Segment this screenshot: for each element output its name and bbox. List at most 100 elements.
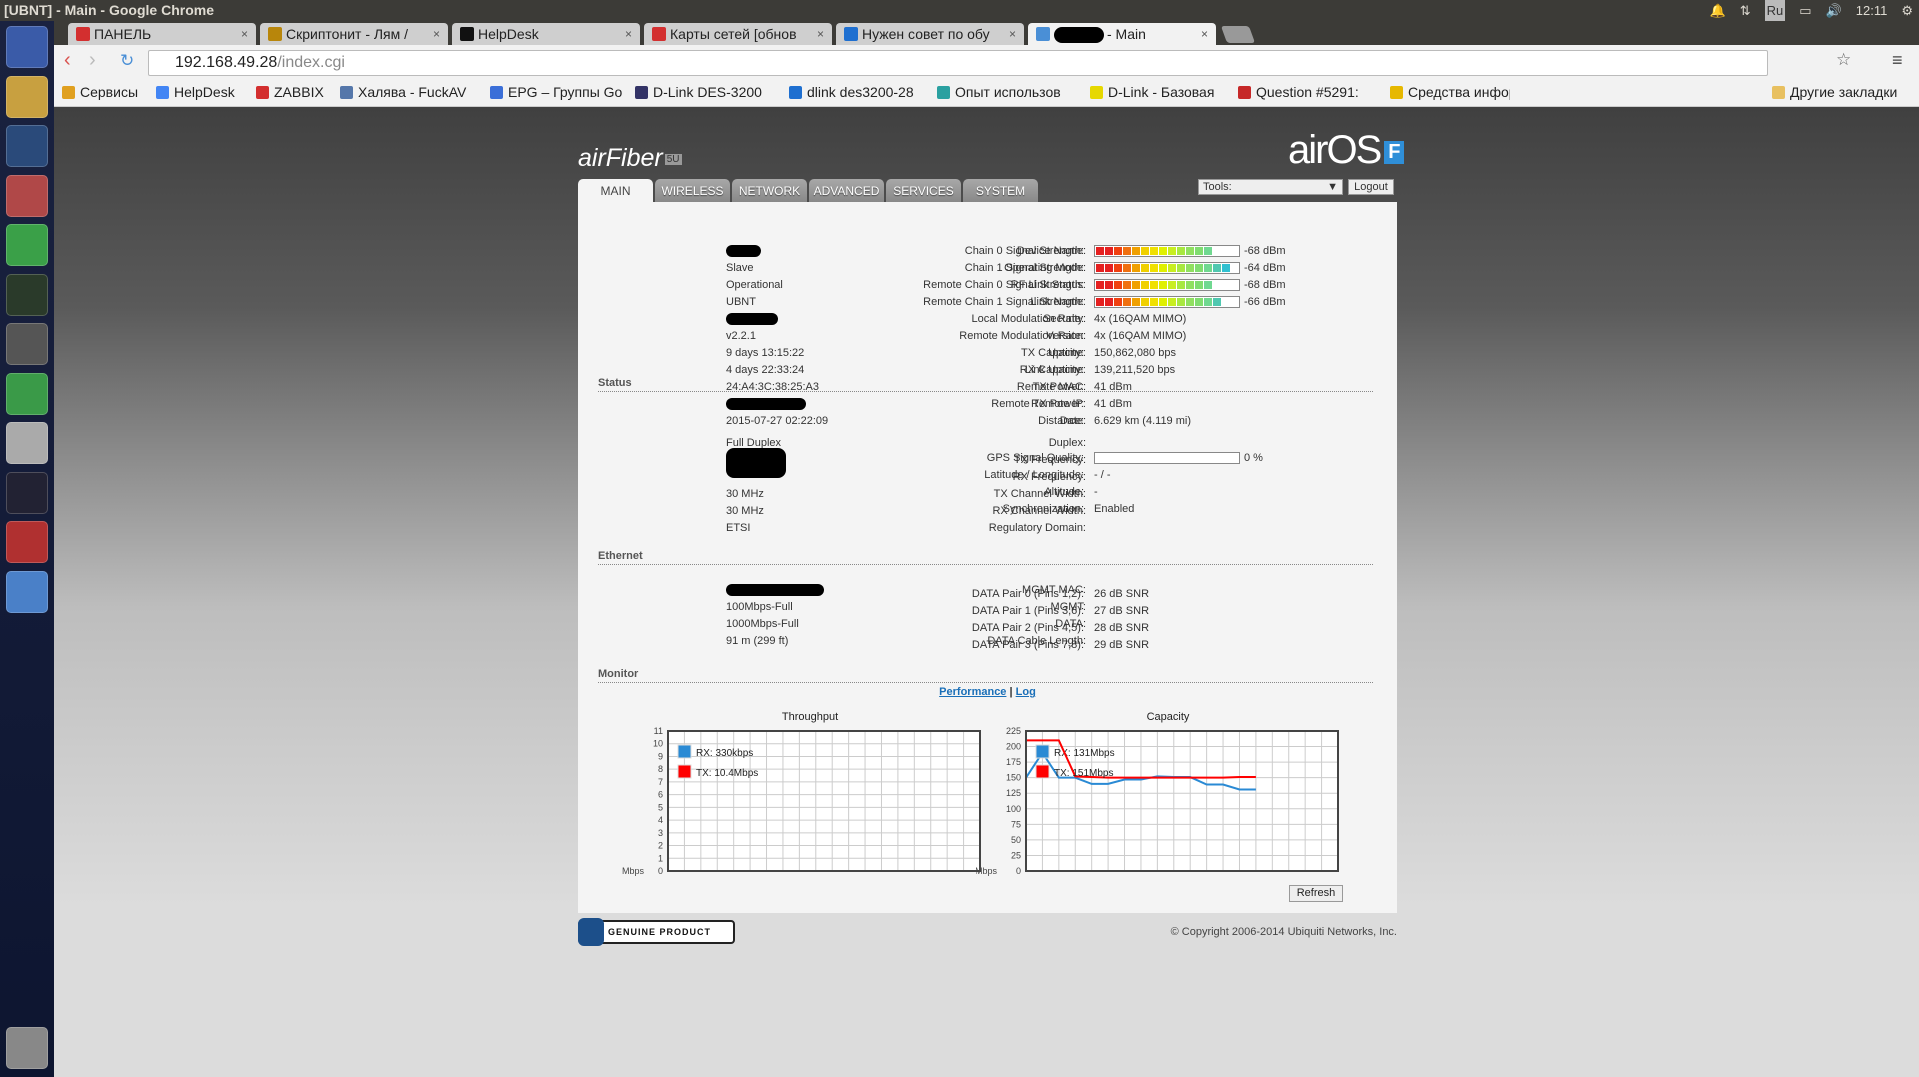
battery-icon[interactable]: ▭ bbox=[1799, 0, 1811, 21]
browser-tab[interactable]: Нужен совет по обу × bbox=[836, 23, 1024, 45]
product-badge: 5U bbox=[664, 153, 682, 165]
tab-system[interactable]: SYSTEM bbox=[963, 179, 1038, 202]
other-bookmarks-label: Другие закладки bbox=[1790, 84, 1898, 100]
launcher-app-icon[interactable] bbox=[6, 521, 48, 563]
tab-label: ПАНЕЛЬ bbox=[94, 26, 152, 42]
launcher-app-icon[interactable] bbox=[6, 75, 48, 118]
address-bar[interactable]: 192.168.49.28/index.cgi bbox=[148, 50, 1768, 76]
keyboard-layout[interactable]: Ru bbox=[1764, 0, 1786, 21]
bookmark-item[interactable]: Средства инфор bbox=[1390, 79, 1510, 105]
signal-segment bbox=[1195, 281, 1203, 289]
y-tick-label: 11 bbox=[654, 727, 663, 736]
launcher-app-icon[interactable] bbox=[6, 372, 48, 415]
ethernet-value: 29 dB SNR bbox=[1094, 639, 1150, 651]
signal-segment bbox=[1150, 298, 1158, 306]
bookmark-item[interactable]: ZABBIX bbox=[256, 79, 336, 105]
back-icon[interactable]: ‹ bbox=[64, 49, 71, 72]
clock[interactable]: 12:11 bbox=[1856, 0, 1888, 21]
performance-link[interactable]: Performance bbox=[939, 686, 1006, 698]
close-tab-icon[interactable]: × bbox=[241, 23, 248, 45]
close-tab-icon[interactable]: × bbox=[433, 23, 440, 45]
signal-segment bbox=[1141, 281, 1149, 289]
y-tick-label: 8 bbox=[658, 764, 663, 774]
signal-segment bbox=[1204, 264, 1212, 272]
network-icon[interactable]: ⇅ bbox=[1740, 0, 1751, 21]
signal-segment bbox=[1114, 298, 1122, 306]
launcher-app-icon[interactable] bbox=[6, 323, 48, 365]
product-name: airFiber bbox=[578, 144, 663, 172]
volume-icon[interactable]: 🔊 bbox=[1826, 0, 1842, 21]
tab-network[interactable]: NETWORK bbox=[732, 179, 807, 202]
refresh-button[interactable]: Refresh bbox=[1289, 885, 1343, 902]
reload-icon[interactable]: ↻ bbox=[120, 51, 134, 71]
log-link[interactable]: Log bbox=[1016, 686, 1036, 698]
launcher-app-icon[interactable] bbox=[6, 570, 48, 613]
signal-segment bbox=[1186, 247, 1194, 255]
launcher-app-icon[interactable] bbox=[6, 273, 48, 316]
bookmark-item[interactable]: D-Link - Базовая bbox=[1090, 79, 1232, 105]
launcher-app-icon[interactable] bbox=[6, 471, 48, 514]
tools-label: Tools: bbox=[1203, 181, 1232, 193]
launcher-app-icon[interactable] bbox=[6, 26, 48, 68]
browser-tab[interactable]: HelpDesk × bbox=[452, 23, 640, 45]
tab-advanced[interactable]: ADVANCED bbox=[809, 179, 884, 202]
status-label: Distance: bbox=[1038, 415, 1084, 427]
bookmark-item[interactable]: D-Link DES-3200 bbox=[635, 79, 783, 105]
status-value: - / - bbox=[1094, 469, 1111, 481]
signal-segment bbox=[1186, 298, 1194, 306]
signal-segment bbox=[1132, 264, 1140, 272]
bookmark-item[interactable]: HelpDesk bbox=[156, 79, 251, 105]
status-value: -66 dBm bbox=[1244, 296, 1286, 308]
other-bookmarks[interactable]: Другие закладки bbox=[1772, 79, 1917, 105]
tab-wireless[interactable]: WIRELESS bbox=[655, 179, 730, 202]
close-tab-icon[interactable]: × bbox=[1009, 23, 1016, 45]
logout-button[interactable]: Logout bbox=[1348, 179, 1394, 195]
browser-tab[interactable]: Карты сетей [обнов × bbox=[644, 23, 832, 45]
browser-tab[interactable]: Скриптонит - Лям / × bbox=[260, 23, 448, 45]
link-separator: | bbox=[1009, 686, 1013, 698]
close-tab-icon[interactable]: × bbox=[1201, 23, 1208, 45]
status-label: TX Capacity: bbox=[1021, 347, 1084, 359]
bookmark-icon bbox=[789, 86, 802, 99]
browser-tab[interactable]: ПАНЕЛЬ × bbox=[68, 23, 256, 45]
status-value: - bbox=[1094, 486, 1098, 498]
signal-segment bbox=[1123, 247, 1131, 255]
launcher-app-icon[interactable] bbox=[6, 224, 48, 266]
y-tick-label: 9 bbox=[658, 751, 663, 761]
new-tab-button[interactable] bbox=[1220, 26, 1256, 43]
favicon-icon bbox=[1036, 27, 1050, 41]
signal-segment bbox=[1213, 264, 1221, 272]
signal-segment bbox=[1186, 281, 1194, 289]
bookmark-item[interactable]: Халява - FuckAV bbox=[340, 79, 485, 105]
tab-main[interactable]: MAIN bbox=[578, 179, 653, 202]
bookmark-icon bbox=[490, 86, 503, 99]
close-tab-icon[interactable]: × bbox=[625, 23, 632, 45]
bookmark-item[interactable]: Question #5291: bbox=[1238, 79, 1384, 105]
forward-icon[interactable]: › bbox=[89, 49, 96, 72]
launcher-app-icon[interactable] bbox=[6, 422, 48, 464]
signal-segment bbox=[1114, 247, 1122, 255]
signal-segment bbox=[1123, 281, 1131, 289]
tools-select[interactable]: Tools: ▼ bbox=[1198, 179, 1343, 195]
menu-icon[interactable]: ≡ bbox=[1892, 50, 1903, 71]
bookmark-item[interactable]: Сервисы bbox=[62, 79, 152, 105]
ethernet-heading: Ethernet bbox=[598, 550, 1373, 565]
bookmark-item[interactable]: EPG – Группы Go bbox=[490, 79, 630, 105]
y-tick-label: 100 bbox=[1006, 804, 1021, 814]
launcher-app-icon[interactable] bbox=[6, 125, 48, 167]
settings-gear-icon[interactable]: ⚙ bbox=[1901, 0, 1913, 21]
tab-services[interactable]: SERVICES bbox=[886, 179, 961, 202]
main-panel: Status Ethernet Monitor Performance | Lo… bbox=[578, 202, 1397, 913]
trash-icon[interactable] bbox=[6, 1027, 48, 1069]
bookmark-star-icon[interactable]: ☆ bbox=[1836, 50, 1851, 70]
signal-segment bbox=[1123, 264, 1131, 272]
browser-tab[interactable]: - Main × bbox=[1028, 23, 1216, 45]
close-tab-icon[interactable]: × bbox=[817, 23, 824, 45]
bookmark-item[interactable]: Опыт использов bbox=[937, 79, 1085, 105]
throughput-chart: 0 1 2 3 4 5 6 7 8 9 10 11 Mbps RX: 330kbps TX: 10.4Mbp… bbox=[622, 727, 981, 876]
bookmark-item[interactable]: dlink des3200-28 bbox=[789, 79, 929, 105]
signal-segment bbox=[1195, 247, 1203, 255]
launcher-app-icon[interactable] bbox=[6, 174, 48, 217]
ethernet-label: DATA Pair 1 (Pins 3,6): bbox=[971, 605, 1084, 617]
notification-icon[interactable]: 🔔 bbox=[1710, 0, 1726, 21]
